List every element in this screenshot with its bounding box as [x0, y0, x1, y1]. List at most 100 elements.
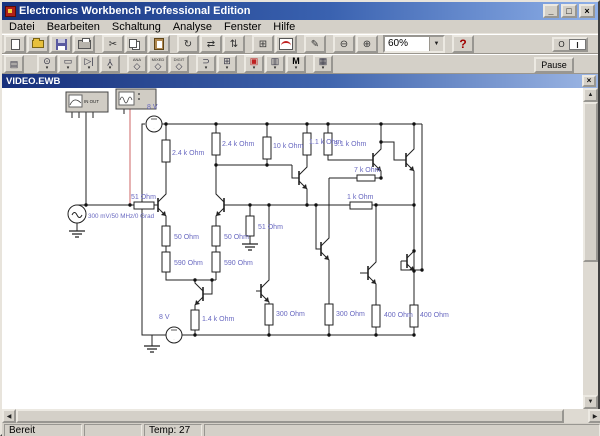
- status-bar: Bereit Temp: 27: [2, 423, 600, 436]
- power-switch[interactable]: O I: [552, 37, 588, 52]
- label-v-top: 8 V: [147, 104, 158, 111]
- dropdown-arrow-icon: ▾: [46, 66, 49, 71]
- digital-bin[interactable]: ⊞▾: [217, 55, 237, 73]
- basic-bin[interactable]: ▭▾: [58, 55, 78, 73]
- label-r-51-in: 51 Ohm: [131, 194, 156, 201]
- status-ready: Bereit: [4, 424, 82, 436]
- menu-analyse[interactable]: Analyse: [167, 20, 218, 34]
- save-button[interactable]: [50, 35, 72, 53]
- cut-button[interactable]: ✂: [102, 35, 124, 53]
- label-r-400-a: 400 Ohm: [384, 312, 413, 319]
- flip-horizontal-button[interactable]: ⇄: [200, 35, 222, 53]
- subcircuit-button[interactable]: ⊞: [252, 35, 274, 53]
- power-off-label: O: [554, 39, 569, 50]
- label-v-bottom: 8 V: [159, 314, 170, 321]
- zoom-out-icon: ⊖: [340, 39, 348, 50]
- menu-bar: Datei Bearbeiten Schaltung Analyse Fenst…: [2, 20, 598, 34]
- maximize-button[interactable]: □: [561, 4, 577, 18]
- vertical-scrollbar[interactable]: ▲ ▼: [583, 88, 598, 409]
- label-r-300-a: 300 Ohm: [276, 311, 305, 318]
- help-button[interactable]: ?: [452, 35, 474, 53]
- menu-schaltung[interactable]: Schaltung: [106, 20, 167, 34]
- pause-button[interactable]: Pause: [534, 57, 574, 73]
- menu-fenster[interactable]: Fenster: [218, 20, 267, 34]
- transistors-bin[interactable]: Y▾: [100, 55, 120, 73]
- app-icon: [5, 6, 16, 17]
- menu-hilfe[interactable]: Hilfe: [267, 20, 301, 34]
- digital-ics-bin[interactable]: DIGIT◇: [169, 55, 189, 73]
- dropdown-arrow-icon: ▾: [274, 66, 277, 71]
- horizontal-scroll-thumb[interactable]: [16, 409, 564, 423]
- power-on-label: I: [569, 39, 586, 50]
- document-close-button[interactable]: ×: [582, 75, 596, 87]
- close-button[interactable]: ×: [579, 4, 595, 18]
- instruments-bin[interactable]: ▦▾: [313, 55, 333, 73]
- parts-bin-toolbar: ▤ ⊙▾ ▭▾ ▷|▾ Y▾ ANA◇ MIXED◇ DIGIT◇ ⊃▾ ⊞▾ …: [2, 54, 598, 74]
- subcircuit-icon: ⊞: [259, 39, 267, 50]
- menu-datei[interactable]: Datei: [3, 20, 41, 34]
- mixed-ics-bin[interactable]: MIXED◇: [148, 55, 168, 73]
- zoom-in-icon: ⊕: [363, 39, 371, 50]
- open-button[interactable]: [27, 35, 49, 53]
- label-r-2k4-b: 2.4 k Ohm: [222, 141, 254, 148]
- minimize-button[interactable]: _: [543, 4, 559, 18]
- menu-bearbeiten[interactable]: Bearbeiten: [41, 20, 106, 34]
- transistors-icon: Y: [107, 57, 113, 66]
- dropdown-arrow-icon: ▾: [295, 66, 298, 71]
- dropdown-arrow-icon: ▾: [205, 66, 208, 71]
- scroll-right-button[interactable]: ▶: [588, 409, 600, 423]
- paste-button[interactable]: [148, 35, 170, 53]
- scroll-down-button[interactable]: ▼: [583, 395, 598, 409]
- dropdown-arrow-icon: ▾: [88, 66, 91, 71]
- indicators-bin[interactable]: ▣▾: [244, 55, 264, 73]
- label-r-51-c: 51 Ohm: [258, 224, 283, 231]
- graph-icon: [279, 38, 293, 50]
- analog-ics-bin[interactable]: ANA◇: [127, 55, 147, 73]
- cut-icon: ✂: [109, 39, 117, 50]
- new-button[interactable]: [4, 35, 26, 53]
- flip-vertical-button[interactable]: ⇅: [223, 35, 245, 53]
- circuit-schematic: IN OUT 8 V 2.4 k Ohm 2.4 k Ohm 10 k Ohm …: [2, 88, 587, 409]
- sources-bin[interactable]: ⊙▾: [37, 55, 57, 73]
- label-r-2k4-a: 2.4 k Ohm: [172, 150, 204, 157]
- miscellaneous-bin[interactable]: M▾: [286, 55, 306, 73]
- logic-gates-bin[interactable]: ⊃▾: [196, 55, 216, 73]
- window-title: Electronics Workbench Professional Editi…: [19, 5, 543, 17]
- app-window: Electronics Workbench Professional Editi…: [0, 0, 600, 436]
- document-title: VIDEO.EWB: [4, 76, 582, 87]
- status-panel-4: [204, 424, 600, 436]
- graph-button[interactable]: [275, 35, 297, 53]
- status-panel-2: [84, 424, 142, 436]
- label-r-300-b: 300 Ohm: [336, 311, 365, 318]
- flip-vertical-icon: ⇅: [230, 39, 238, 50]
- print-button[interactable]: [73, 35, 95, 53]
- label-r-590-b: 590 Ohm: [224, 260, 253, 267]
- title-bar: Electronics Workbench Professional Editi…: [2, 2, 598, 20]
- horizontal-scrollbar[interactable]: ◀ ▶: [2, 409, 600, 423]
- print-icon: [78, 40, 91, 49]
- properties-button[interactable]: ✎: [304, 35, 326, 53]
- dropdown-arrow-icon: ▾: [322, 66, 325, 71]
- controls-bin[interactable]: ▥▾: [265, 55, 285, 73]
- combo-arrow-icon[interactable]: ▼: [429, 37, 443, 51]
- bode-plotter-icon[interactable]: IN OUT: [66, 92, 108, 112]
- copy-button[interactable]: [125, 35, 147, 53]
- bode-in-out-label: IN OUT: [84, 99, 99, 104]
- zoom-out-button[interactable]: ⊖: [333, 35, 355, 53]
- label-r-1k: 1 k Ohm: [347, 194, 374, 201]
- zoom-select[interactable]: 60% ▼: [383, 35, 445, 53]
- scroll-left-button[interactable]: ◀: [2, 409, 16, 423]
- save-icon: [56, 39, 67, 50]
- favorites-icon: ▤: [10, 60, 19, 69]
- scroll-up-button[interactable]: ▲: [583, 88, 598, 102]
- label-r-10k: 10 k Ohm: [273, 143, 304, 150]
- diodes-bin[interactable]: ▷|▾: [79, 55, 99, 73]
- resistors[interactable]: [134, 133, 418, 330]
- zoom-in-button[interactable]: ⊕: [356, 35, 378, 53]
- vertical-scroll-thumb[interactable]: [583, 102, 598, 262]
- label-r-590-a: 590 Ohm: [174, 260, 203, 267]
- favorites-bin[interactable]: ▤: [4, 55, 24, 73]
- schematic-canvas[interactable]: IN OUT 8 V 2.4 k Ohm 2.4 k Ohm 10 k Ohm …: [2, 88, 587, 409]
- dropdown-arrow-icon: ▾: [226, 66, 229, 71]
- rotate-button[interactable]: ↻: [177, 35, 199, 53]
